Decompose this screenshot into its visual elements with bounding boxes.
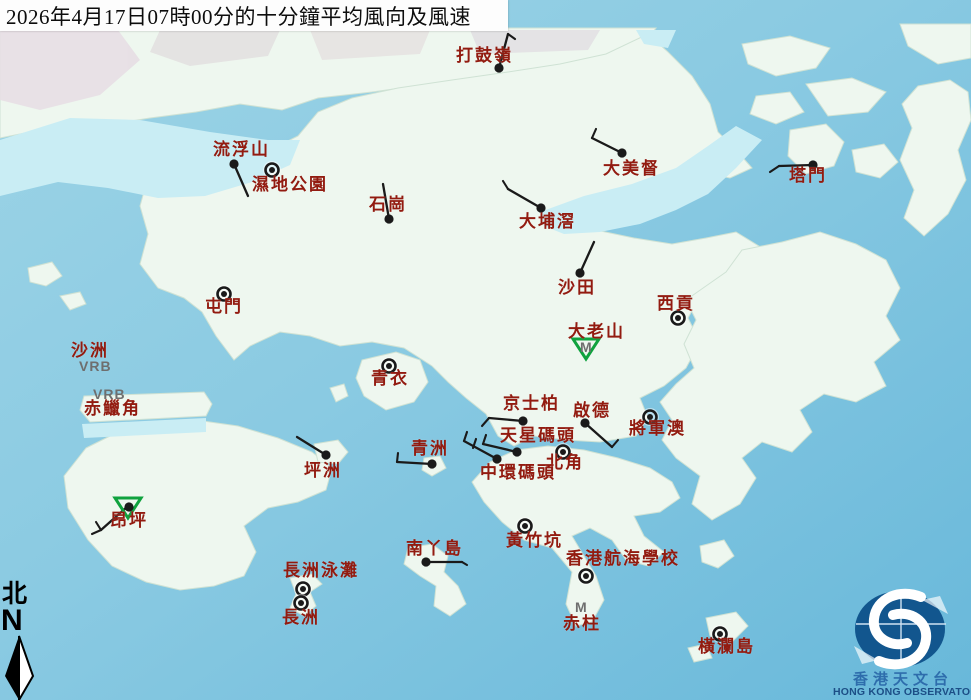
station-label: 坪洲 xyxy=(304,461,342,480)
map-canvas xyxy=(0,0,971,700)
station-label: 香港航海學校 xyxy=(566,549,680,568)
station-aux-label: VRB xyxy=(93,386,126,402)
station-aux-label: VRB xyxy=(79,358,112,374)
station-dot xyxy=(384,214,394,224)
station-dot xyxy=(229,159,239,169)
station-label: 大老山 xyxy=(568,322,625,341)
station-label: 青衣 xyxy=(371,369,409,388)
calm-dot xyxy=(300,586,306,592)
station-label: 南丫島 xyxy=(406,539,463,558)
station-dot xyxy=(617,148,627,158)
station-label: 啟德 xyxy=(573,401,611,420)
calm-dot xyxy=(522,523,528,529)
wind-map: 打鼓嶺 流浮山 濕地公園 石崗 大埔滘 大美督 塔門 沙田 西貢 屯門 大老山 M 沙洲 VRB 青衣 赤鱲角… xyxy=(0,0,971,700)
map-title: 2026年4月17日07時00分的十分鐘平均風向及風速 xyxy=(6,4,471,29)
station-label: 石崗 xyxy=(369,195,407,214)
station-label: 中環碼頭 xyxy=(480,463,556,482)
station-label: 流浮山 xyxy=(213,140,270,159)
station-label: 沙洲 xyxy=(71,341,109,360)
station-label: 京士柏 xyxy=(503,394,560,413)
station-dot xyxy=(427,459,437,469)
station-label: 大美督 xyxy=(603,159,660,178)
station-dot xyxy=(575,268,585,278)
compass-north-letter: N xyxy=(1,604,23,637)
calm-dot xyxy=(583,573,589,579)
station-label: 濕地公園 xyxy=(252,175,328,194)
station-label: 打鼓嶺 xyxy=(456,46,513,65)
station-label: 長洲 xyxy=(282,608,320,627)
station-dot xyxy=(421,557,431,567)
station-label: 青洲 xyxy=(411,439,449,458)
wind-barb-tick xyxy=(395,451,400,464)
station-aux-label: M xyxy=(575,599,588,615)
station-label: 赤柱 xyxy=(563,614,601,633)
station-label: 黃竹坑 xyxy=(506,531,563,550)
station-label: 昂坪 xyxy=(110,511,148,530)
station-label: 大埔滘 xyxy=(519,212,576,231)
station-label: 赤鱲角 xyxy=(84,399,141,418)
station-dot xyxy=(518,416,528,426)
calm-dot xyxy=(269,167,275,173)
station-label: 將軍澳 xyxy=(629,419,686,438)
station-dot xyxy=(512,447,522,457)
station-label: 沙田 xyxy=(558,278,596,297)
station-dot xyxy=(321,450,331,460)
station-label: 西貢 xyxy=(657,294,695,313)
station-label: 屯門 xyxy=(205,297,243,316)
calm-dot xyxy=(675,315,681,321)
hko-logo-name-en: HONG KONG OBSERVATORY xyxy=(833,686,971,698)
station-marker-group xyxy=(577,567,595,585)
station-label: 橫瀾島 xyxy=(698,637,755,656)
station-aux-label: M xyxy=(580,339,593,355)
station-label: 塔門 xyxy=(789,166,827,185)
station-label: 天星碼頭 xyxy=(500,426,576,445)
calm-dot xyxy=(298,600,304,606)
title-bar: 2026年4月17日07時00分的十分鐘平均風向及風速 xyxy=(0,0,508,31)
station-label: 長洲泳灘 xyxy=(283,561,359,580)
